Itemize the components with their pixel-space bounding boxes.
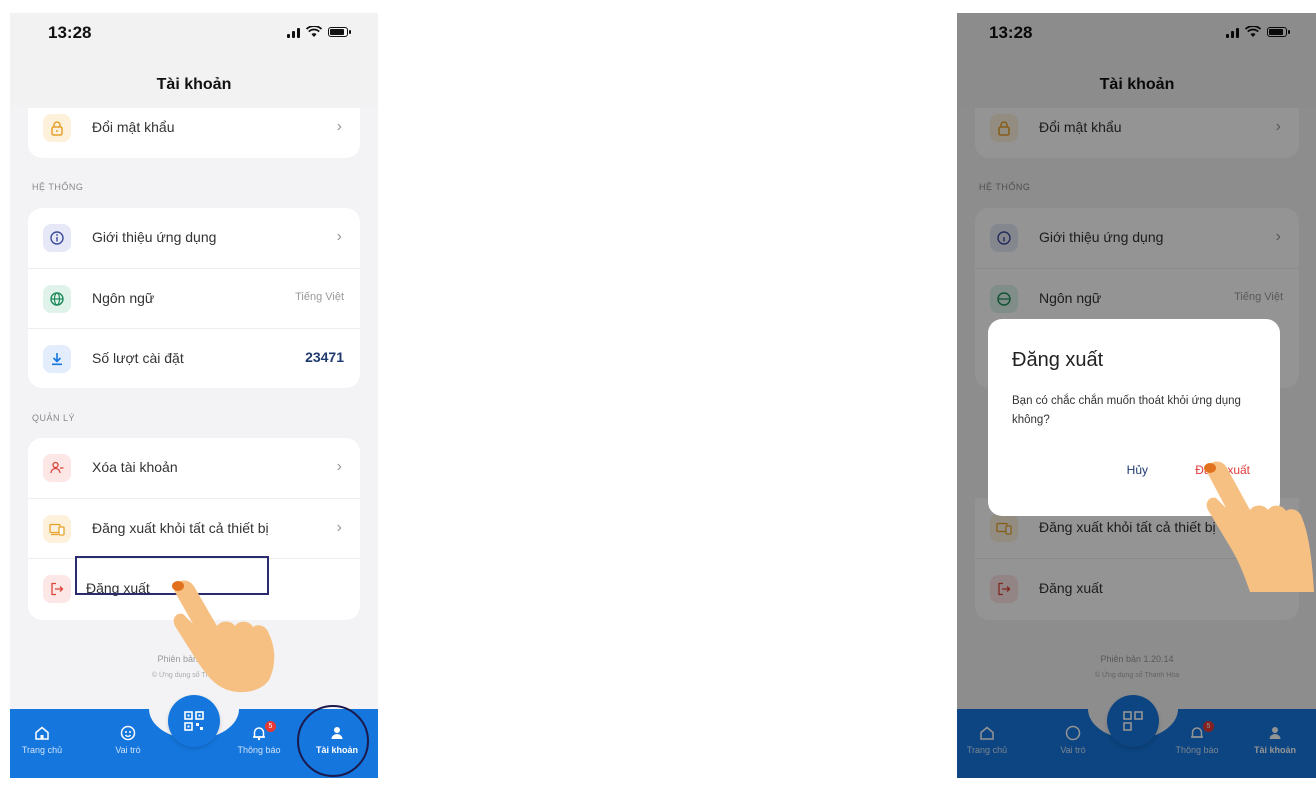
- signal-icon: [287, 27, 300, 38]
- section-label-manage: QUẢN LÝ: [32, 413, 76, 423]
- user-minus-icon: [43, 454, 71, 482]
- notification-badge: 5: [265, 721, 276, 732]
- tab-home-label: Trang chủ: [21, 745, 63, 755]
- qr-icon: [184, 711, 204, 731]
- delete-account-row[interactable]: Xóa tài khoản ›: [28, 438, 360, 498]
- chevron-right-icon: ›: [336, 118, 342, 135]
- status-time: 13:28: [48, 23, 92, 42]
- phone-screen-logout-dialog: 13:28 Tài khoản Đổi mật khẩu › HỆ THỐNG …: [957, 13, 1316, 778]
- dialog-cancel-button[interactable]: Hủy: [1127, 463, 1148, 477]
- chevron-right-icon: ›: [336, 228, 342, 245]
- change-password-label: Đổi mật khẩu: [92, 119, 175, 135]
- status-icons: [287, 26, 351, 38]
- chevron-right-icon: ›: [336, 458, 342, 475]
- qr-scan-button[interactable]: [168, 695, 220, 747]
- battery-icon: [328, 27, 351, 37]
- status-bar: 13:28: [10, 13, 378, 53]
- home-icon: [35, 726, 49, 740]
- language-label: Ngôn ngữ: [92, 290, 155, 306]
- devices-icon: [43, 515, 71, 543]
- logout-all-devices-row[interactable]: Đăng xuất khỏi tất cả thiết bị ›: [28, 498, 360, 559]
- language-value: Tiếng Việt: [295, 291, 344, 303]
- tab-roles[interactable]: Vai trò: [98, 725, 158, 755]
- account-tab-highlight-circle: [297, 705, 369, 777]
- info-icon: [43, 224, 71, 252]
- about-app-row[interactable]: Giới thiệu ứng dụng ›: [28, 208, 360, 268]
- chevron-right-icon: ›: [336, 519, 342, 536]
- change-password-row[interactable]: Đổi mật khẩu ›: [28, 108, 360, 158]
- about-app-label: Giới thiệu ứng dụng: [92, 229, 217, 245]
- dialog-title: Đăng xuất: [1012, 349, 1104, 371]
- system-card: Giới thiệu ứng dụng › Ngôn ngữ Tiếng Việ…: [28, 208, 360, 388]
- download-icon: [43, 345, 71, 373]
- header: Tài khoản: [10, 53, 378, 108]
- wifi-icon: [306, 26, 322, 37]
- account-card: Đổi mật khẩu ›: [28, 108, 360, 158]
- delete-account-label: Xóa tài khoản: [92, 459, 178, 475]
- logout-all-devices-label: Đăng xuất khỏi tất cả thiết bị: [92, 520, 269, 536]
- pointing-hand-icon: [172, 580, 275, 693]
- tab-home[interactable]: Trang chủ: [12, 725, 72, 755]
- section-label-system: HỆ THỐNG: [32, 182, 84, 192]
- install-count-label: Số lượt cài đặt: [92, 350, 184, 366]
- globe-icon: [43, 285, 71, 313]
- role-icon: [120, 725, 136, 741]
- pointing-hand-icon: [1204, 461, 1314, 592]
- tab-roles-label: Vai trò: [115, 745, 141, 755]
- logout-icon: [43, 575, 71, 603]
- tab-notifications[interactable]: 5 Thông báo: [229, 721, 289, 755]
- tab-notifications-label: Thông báo: [237, 745, 281, 755]
- install-count-row: Số lượt cài đặt 23471: [28, 328, 360, 388]
- lock-icon: [43, 114, 71, 142]
- install-count-value: 23471: [305, 349, 344, 365]
- language-row[interactable]: Ngôn ngữ Tiếng Việt: [28, 268, 360, 329]
- dialog-message: Bạn có chắc chắn muốn thoát khỏi ứng dụn…: [1012, 395, 1241, 426]
